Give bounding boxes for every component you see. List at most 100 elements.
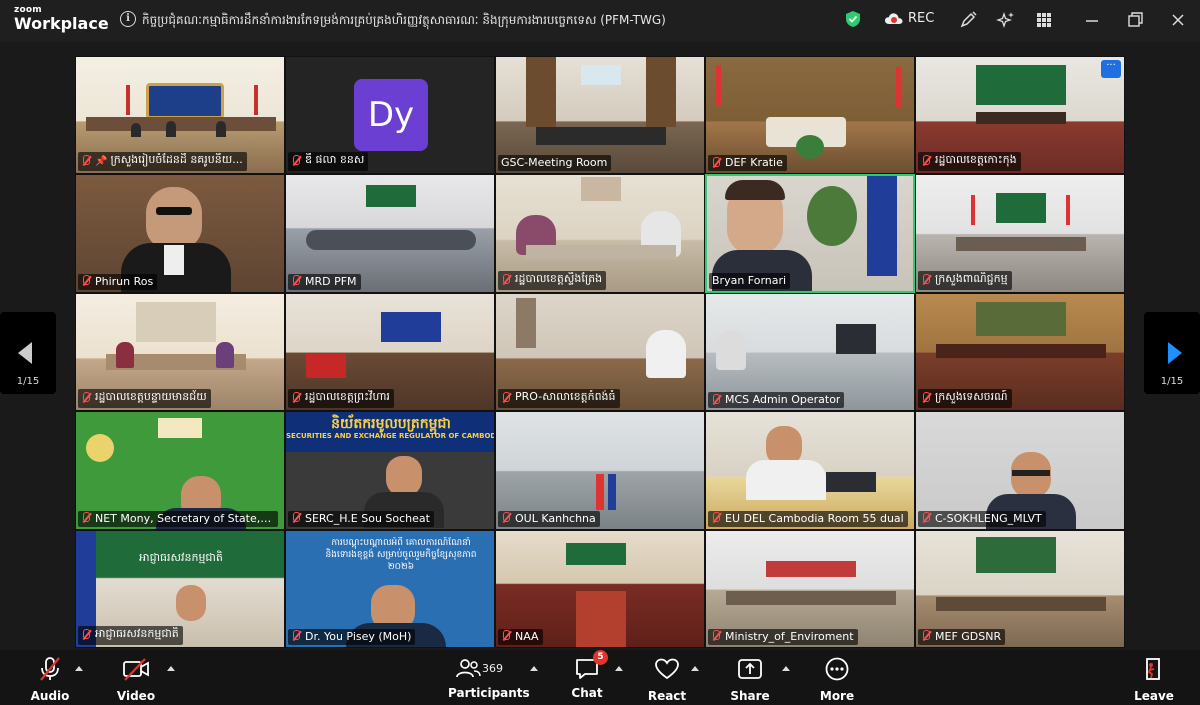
muted-mic-icon [711,512,721,524]
leave-label: Leave [1134,689,1174,703]
participant-nameplate: SERC_H.E Sou Socheat [288,510,434,527]
video-tile[interactable]: MCS Admin Operator [705,292,915,412]
video-tile[interactable]: MEF GDSNR [915,529,1125,648]
muted-mic-icon [291,630,301,642]
participant-name: GSC-Meeting Room [501,156,608,170]
zoom-window: zoom Workplace i កិច្ចប្រជុំគណៈកម្មាធិកា… [0,0,1200,705]
video-tile[interactable]: និយ័តករមូលបត្រកម្ពុជា SECURITIES AND EXC… [285,411,495,530]
info-icon[interactable]: i [120,11,136,27]
audio-options-caret[interactable] [74,664,83,672]
shield-icon[interactable] [845,10,861,28]
chat-label: Chat [571,686,603,700]
share-label: Share [730,689,770,703]
minimize-icon[interactable] [1082,10,1102,30]
video-button[interactable]: Video [116,656,156,703]
leave-button[interactable]: Leave [1134,656,1174,703]
video-tile[interactable]: NET Mony, Secretary of State, MEF [75,411,285,530]
participant-nameplate: Bryan Fornari [709,272,791,289]
video-tile[interactable]: MRD PFM [285,174,495,293]
serc-banner-en: SECURITIES AND EXCHANGE REGULATOR OF CAM… [286,432,495,441]
share-options-caret[interactable] [781,664,790,672]
naa-banner: អាជ្ញាធរសវនកម្មជាតិ [139,550,223,564]
react-options-caret[interactable] [690,664,699,672]
video-tile[interactable]: អាជ្ញាធរសវនកម្មជាតិ អាជ្ញាធរសវនកម្មជាតិ [75,529,285,648]
participant-name: DEF Kratie [725,156,783,170]
video-tile[interactable]: NAA [495,529,705,648]
react-label: React [647,689,687,703]
muted-mic-icon [921,512,931,524]
participant-nameplate: Dr. You Pisey (MoH) [288,628,416,645]
participant-name: MCS Admin Operator [725,393,841,407]
meeting-title: កិច្ចប្រជុំគណៈកម្មាធិការដឹកនាំការងារកែទម… [142,13,666,27]
video-tile[interactable]: រដ្ឋបាលខេត្តស្ទឹងត្រែង [495,174,705,293]
participant-name: ឌី ផលា ខនស [305,153,365,167]
participant-nameplate: អាជ្ញាធរសវនកម្មជាតិ [78,625,183,645]
tile-more-button[interactable]: ··· [1101,60,1121,78]
audio-button[interactable]: Audio [30,656,70,703]
previous-page-button[interactable]: 1/15 [0,312,56,394]
video-tile-active-speaker[interactable]: Bryan Fornari [705,174,915,293]
next-page-button[interactable]: 1/15 [1144,312,1200,394]
video-options-caret[interactable] [166,664,175,672]
video-tile[interactable]: Phirun Ros [75,174,285,293]
video-tile[interactable]: Dy ឌី ផលា ខនស [285,56,495,175]
close-icon[interactable] [1168,10,1188,30]
muted-mic-icon [291,275,301,287]
video-tile[interactable]: PRO-សាលាខេត្តកំពង់ធំ [495,292,705,412]
participants-options-caret[interactable] [529,664,538,672]
video-tile[interactable]: Ministry_of_Enviroment [705,529,915,648]
recording-indicator[interactable]: REC [884,11,934,26]
share-button[interactable]: Share [730,656,770,703]
participant-nameplate: 📌 ក្រសួងរៀបចំដែនដី នគរូបនីយ... [78,152,247,172]
muted-mic-icon [291,392,301,404]
video-tile[interactable]: រដ្ឋបាលខេត្តបន្ទាយមានជ័យ [75,292,285,412]
participant-name: Dr. You Pisey (MoH) [305,629,412,643]
video-tile[interactable]: ការបណ្តុះបណ្តាលអំពី គោលការណ៍ណែនាំ និងទោរ… [285,529,495,648]
video-tile[interactable]: C-SOKHLENG_MLVT [915,411,1125,530]
more-button[interactable]: More [817,656,857,703]
muted-mic-icon [921,392,931,404]
annotate-pen-icon[interactable] [958,10,978,30]
participant-nameplate: Phirun Ros [78,273,158,290]
participant-name: Ministry_of_Enviroment [725,629,854,643]
restore-window-icon[interactable] [1125,10,1145,30]
participant-nameplate: PRO-សាលាខេត្តកំពង់ធំ [498,389,620,409]
participant-nameplate: ក្រសួងពាណិជ្ជកម្ម [918,270,1012,290]
microphone-muted-icon [40,657,60,681]
participant-nameplate: OUL Kanhchna [498,510,600,527]
video-label: Video [116,689,156,703]
participant-name: MEF GDSNR [935,629,1002,643]
brand-large: Workplace [14,14,109,33]
meeting-controls: Audio Video 369 Participants 5 Chat Reac… [0,650,1200,705]
video-tile[interactable]: EU DEL Cambodia Room 55 dual [705,411,915,530]
participant-name: SERC_H.E Sou Socheat [305,511,430,525]
participants-icon [456,659,481,678]
video-tile[interactable]: រដ្ឋបាលខេត្តព្រះវិហារ [285,292,495,412]
apps-grid-icon[interactable] [1034,10,1054,30]
participant-nameplate: រដ្ឋបាលខេត្តស្ទឹងត្រែង [498,270,607,290]
video-tile[interactable]: DEF Kratie [705,56,915,175]
react-button[interactable]: React [647,656,687,703]
video-tile[interactable]: GSC-Meeting Room [495,56,705,175]
participant-name: Phirun Ros [95,274,154,288]
heart-icon [655,658,679,680]
participant-name: EU DEL Cambodia Room 55 dual [725,511,904,525]
participants-button[interactable]: 369 Participants [448,656,530,700]
video-tile[interactable]: ក្រសួងទេសចរណ៍ [915,292,1125,412]
muted-mic-icon [501,512,511,524]
video-tile[interactable]: ក្រសួងពាណិជ្ជកម្ម [915,174,1125,293]
video-tile[interactable]: OUL Kanhchna [495,411,705,530]
participant-nameplate: រដ្ឋបាលខេត្តបន្ទាយមានជ័យ [78,389,211,409]
title-bar: zoom Workplace i កិច្ចប្រជុំគណៈកម្មាធិកា… [0,0,1200,42]
ai-sparkle-icon[interactable] [996,10,1016,30]
page-indicator-right: 1/15 [1160,376,1184,387]
chevron-left-icon [18,342,32,364]
muted-mic-icon [501,392,511,404]
chat-options-caret[interactable] [614,664,623,672]
video-tile[interactable]: 📌 ក្រសួងរៀបចំដែនដី នគរូបនីយ... [75,56,285,175]
muted-mic-icon [81,512,91,524]
video-tile[interactable]: ··· រដ្ឋបាលខេត្តកោះកុង [915,56,1125,175]
chevron-right-icon [1168,342,1182,364]
participant-nameplate: DEF Kratie [708,155,787,172]
chat-button[interactable]: 5 Chat [570,650,608,700]
